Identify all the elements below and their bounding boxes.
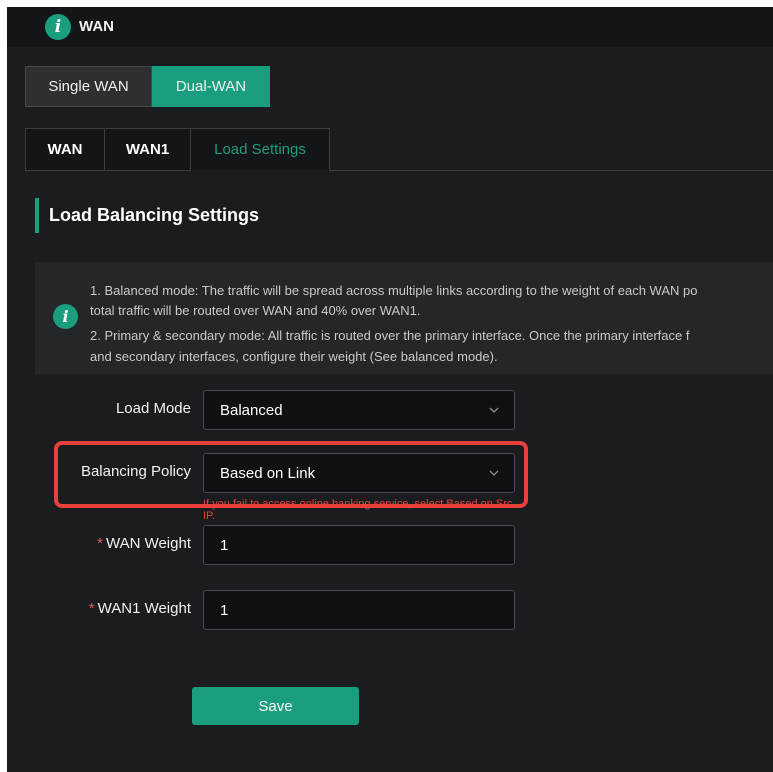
required-mark: * [88, 600, 95, 617]
tab-bar: WAN WAN1 Load Settings [25, 128, 330, 171]
balancing-policy-label: Balancing Policy [80, 463, 191, 480]
info-text-line: total traffic will be routed over WAN an… [90, 303, 421, 318]
info-text-line: and secondary interfaces, configure thei… [90, 349, 498, 364]
info-text-line: 1. Balanced mode: The traffic will be sp… [90, 283, 698, 298]
wan-mode-switch: Single WAN Dual-WAN [25, 66, 270, 107]
section-accent-bar [35, 198, 39, 233]
balancing-policy-hint: If you fail to access online banking ser… [203, 498, 513, 522]
wan-weight-value: 1 [220, 536, 229, 554]
balancing-policy-value: Based on Link [220, 464, 316, 482]
info-panel: i 1. Balanced mode: The traffic will be … [35, 262, 773, 374]
chevron-down-icon [489, 407, 499, 413]
info-icon: i [45, 14, 71, 40]
tab-load-settings[interactable]: Load Settings [190, 128, 330, 171]
load-mode-value: Balanced [220, 401, 283, 419]
tab-wan[interactable]: WAN [25, 128, 105, 171]
wan-weight-label: * WAN Weight [67, 535, 191, 552]
tab-wan1[interactable]: WAN1 [104, 128, 191, 171]
load-mode-select[interactable]: Balanced [203, 390, 515, 430]
section-title: Load Balancing Settings [49, 205, 260, 225]
page-title: WAN [79, 18, 114, 35]
wan-weight-input[interactable]: 1 [203, 525, 515, 565]
wan1-weight-value: 1 [220, 601, 229, 619]
app-window: i WAN Single WAN Dual-WAN WAN WAN1 Load … [7, 7, 773, 772]
balancing-policy-select[interactable]: Based on Link [203, 453, 515, 493]
wan1-weight-label-text: WAN1 Weight [97, 600, 191, 617]
tab-divider [330, 170, 773, 171]
dual-wan-button[interactable]: Dual-WAN [152, 66, 270, 107]
save-button[interactable]: Save [192, 687, 359, 725]
load-mode-label: Load Mode [115, 400, 191, 417]
wan-weight-label-text: WAN Weight [105, 535, 191, 552]
wan1-weight-label: * WAN1 Weight [67, 600, 191, 617]
page-header: i WAN [7, 7, 773, 47]
single-wan-button[interactable]: Single WAN [25, 66, 152, 107]
chevron-down-icon [489, 470, 499, 476]
wan1-weight-input[interactable]: 1 [203, 590, 515, 630]
info-text-line: 2. Primary & secondary mode: All traffic… [90, 328, 690, 343]
required-mark: * [97, 535, 103, 552]
info-icon: i [53, 304, 78, 329]
